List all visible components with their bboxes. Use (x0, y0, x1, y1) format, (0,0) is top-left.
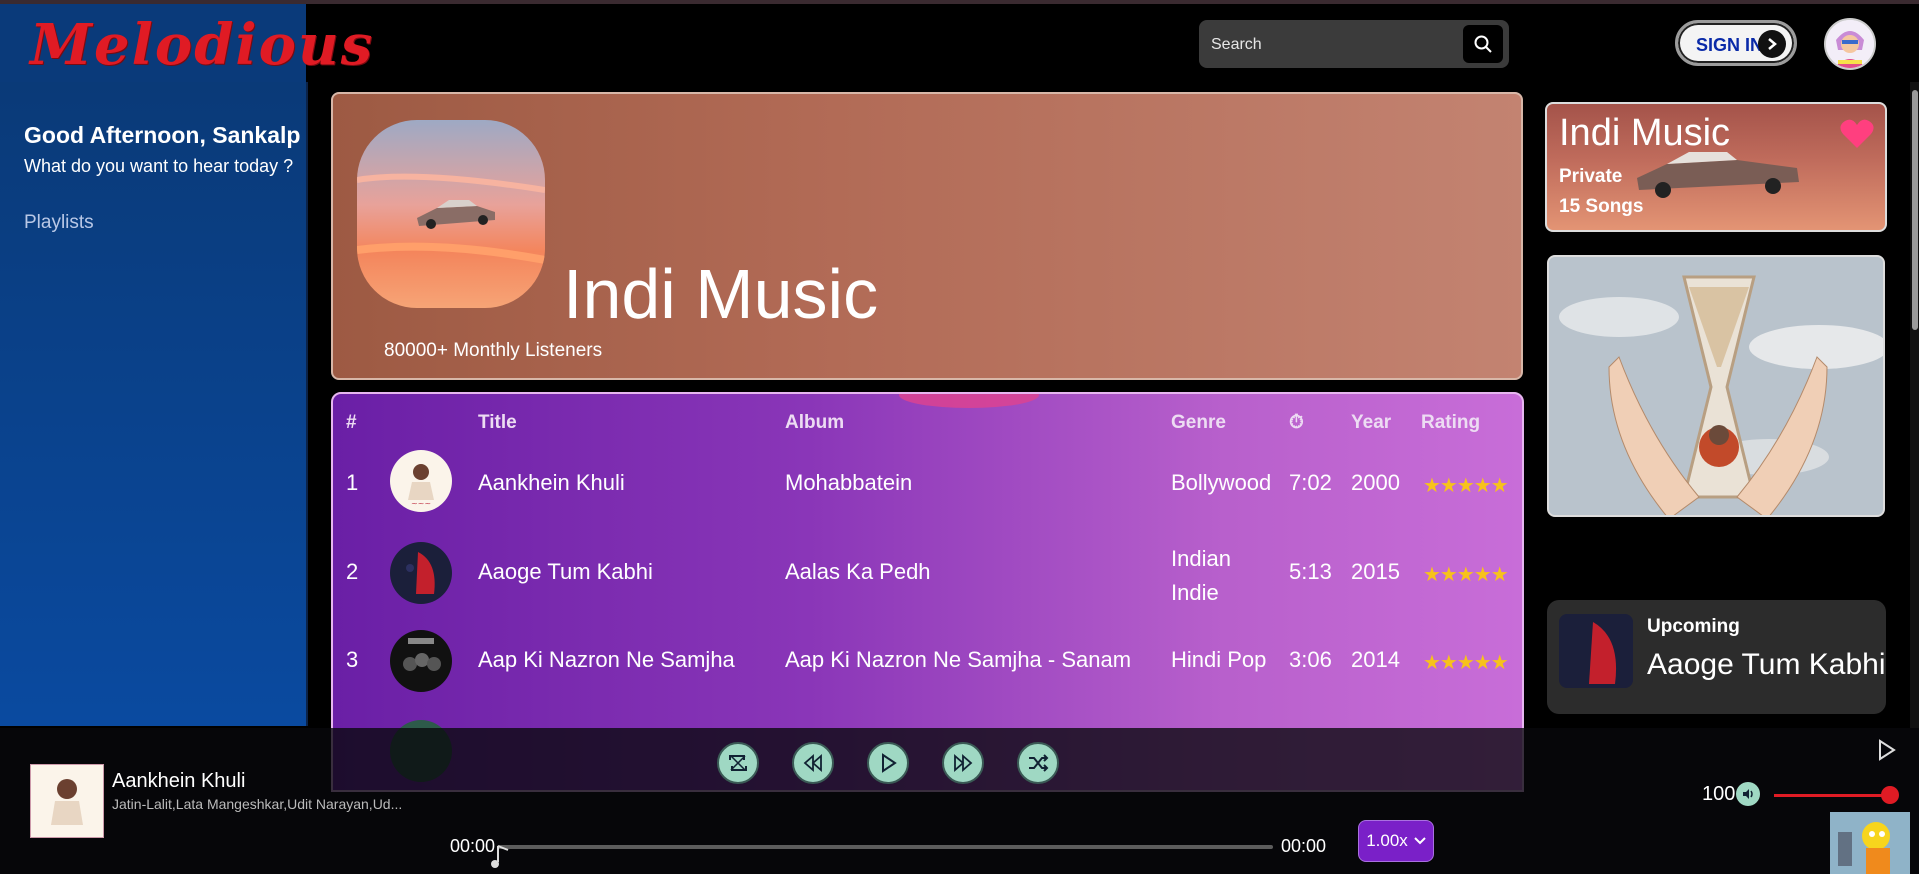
now-playing-title: Aankhein Khuli (112, 770, 246, 792)
rewind-button[interactable] (792, 742, 834, 784)
row-number: 1 (346, 470, 359, 495)
now-playing-cover (30, 764, 104, 838)
song-year: 2015 (1351, 559, 1400, 584)
monthly-listeners: 80000+ Monthly Listeners (384, 340, 603, 361)
current-time: 00:00 (450, 836, 496, 856)
song-duration: 7:02 (1289, 470, 1332, 495)
playback-speed-value: 1.00x (1366, 831, 1408, 850)
search-bar (1199, 20, 1509, 68)
col-header-title[interactable]: Title (478, 412, 517, 434)
scrollbar-thumb[interactable] (1912, 90, 1918, 330)
app-logo[interactable]: Melodious (30, 12, 374, 78)
playlist-song-count: 15 Songs (1559, 196, 1644, 217)
play-icon (882, 753, 897, 773)
play-button[interactable] (867, 742, 909, 784)
progress-bar[interactable] (497, 845, 1273, 849)
song-rating[interactable]: ★★★★★ (1423, 650, 1509, 675)
volume-slider-handle[interactable] (1881, 786, 1899, 804)
volume-button[interactable] (1736, 782, 1760, 806)
song-thumbnail (390, 542, 452, 604)
song-genre: Bollywood (1171, 470, 1272, 495)
row-number: 3 (346, 647, 359, 672)
col-header-album[interactable]: Album (785, 412, 844, 434)
song-album[interactable]: Aalas Ka Pedh (785, 559, 931, 585)
song-title[interactable]: Aankhein Khuli (478, 470, 625, 496)
sidebar: Good Afternoon, Sankalp What do you want… (0, 82, 308, 726)
mascot-image (1830, 812, 1910, 874)
playlist-banner: Indi Music 80000+ Monthly Listeners (331, 92, 1523, 380)
decorative-dome (899, 394, 1039, 408)
user-avatar[interactable] (1824, 18, 1876, 70)
volume-value: 100 (1702, 783, 1736, 805)
volume-slider[interactable] (1774, 794, 1890, 797)
music-note-icon[interactable] (490, 844, 512, 870)
fast-forward-button[interactable] (942, 742, 984, 784)
chevron-down-icon (1414, 837, 1426, 845)
speaker-icon (1743, 789, 1753, 799)
playlist-title: Indi Music (563, 255, 879, 333)
song-year: 2000 (1351, 470, 1400, 495)
song-thumbnail (390, 630, 452, 692)
song-album[interactable]: Aap Ki Nazron Ne Samjha - Sanam (785, 647, 1131, 673)
song-year: 2014 (1351, 647, 1400, 672)
playlist-visibility: Private (1559, 166, 1623, 187)
sign-in-button[interactable]: SIGN IN (1675, 20, 1797, 66)
upcoming-title: Aaoge Tum Kabhi (1647, 648, 1886, 681)
search-icon (1474, 35, 1492, 53)
expand-player-icon[interactable] (1874, 738, 1898, 762)
shuffle-button[interactable] (1017, 742, 1059, 784)
col-header-genre[interactable]: Genre (1171, 412, 1226, 434)
shuffle-icon (1029, 754, 1049, 772)
song-title[interactable]: Aap Ki Nazron Ne Samjha (478, 647, 735, 673)
sidebar-item-playlists[interactable]: Playlists (24, 212, 94, 234)
song-genre: Hindi Pop (1171, 647, 1267, 672)
avatar-image (1826, 20, 1874, 68)
playlist-card-title: Indi Music (1559, 112, 1731, 154)
upcoming-label: Upcoming (1647, 616, 1740, 637)
playlist-card[interactable]: Indi Music Private 15 Songs (1545, 102, 1887, 232)
song-album[interactable]: Mohabbatein (785, 470, 912, 496)
logo-area: Melodious (0, 4, 372, 82)
greeting-subtitle: What do you want to hear today ? (24, 156, 294, 176)
song-genre-line-2: Indie (1171, 580, 1219, 605)
svg-text:~~~: ~~~ (411, 499, 431, 508)
upcoming-card[interactable]: Upcoming Aaoge Tum Kabhi (1547, 600, 1886, 714)
rewind-icon (803, 754, 822, 772)
upcoming-thumbnail (1559, 614, 1633, 688)
song-rating[interactable]: ★★★★★ (1423, 473, 1509, 498)
song-duration: 3:06 (1289, 647, 1332, 672)
search-button[interactable] (1463, 25, 1503, 63)
col-header-year[interactable]: Year (1351, 412, 1391, 434)
fast-forward-icon (954, 754, 973, 772)
greeting-text: Good Afternoon, Sankalp (24, 122, 301, 148)
search-input[interactable] (1209, 28, 1453, 62)
total-time: 00:00 (1281, 836, 1327, 856)
row-number: 2 (346, 559, 359, 584)
timer-icon: ⏱ (1289, 412, 1304, 433)
player-bar: Aankhein Khuli Jatin-Lalit,Lata Mangeshk… (0, 728, 1919, 874)
song-thumbnail: ~~~ (390, 450, 452, 512)
song-genre: Indian Indie (1171, 542, 1231, 610)
playlist-cover-art (357, 120, 545, 308)
song-rating[interactable]: ★★★★★ (1423, 562, 1509, 587)
song-title[interactable]: Aaoge Tum Kabhi (478, 559, 653, 585)
playback-speed-select[interactable]: 1.00x (1358, 820, 1434, 862)
heart-icon[interactable] (1839, 118, 1875, 150)
col-header-num: # (346, 412, 357, 433)
song-genre-line-1: Indian (1171, 546, 1231, 571)
repeat-button[interactable] (717, 742, 759, 784)
repeat-icon (729, 755, 747, 771)
sign-in-label: SIGN IN (1696, 35, 1764, 55)
col-header-rating[interactable]: Rating (1421, 412, 1480, 434)
song-duration: 5:13 (1289, 559, 1332, 584)
now-playing-artist: Jatin-Lalit,Lata Mangeshkar,Udit Narayan… (112, 796, 403, 812)
featured-artwork (1547, 255, 1885, 517)
chevron-right-icon (1758, 30, 1786, 58)
